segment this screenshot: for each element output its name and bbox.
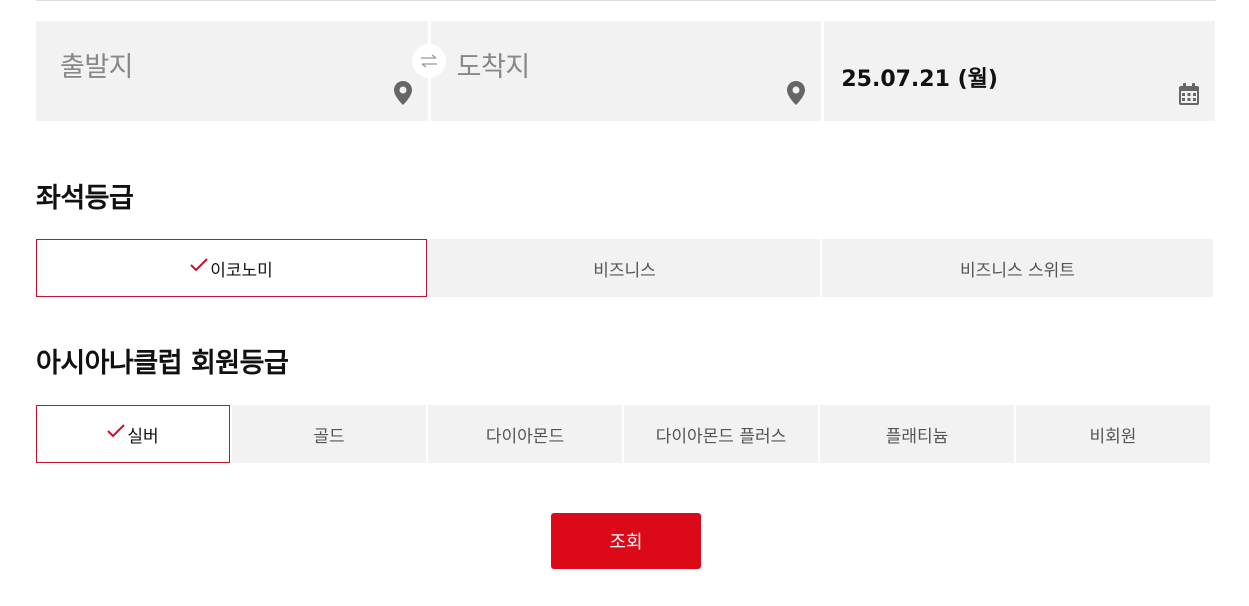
check-icon — [190, 258, 208, 272]
map-pin-icon — [393, 81, 412, 105]
member-option-silver[interactable]: 실버 — [36, 405, 230, 463]
member-option-label: 플래티늄 — [885, 426, 949, 447]
member-option-non-member[interactable]: 비회원 — [1016, 405, 1210, 463]
member-option-label: 비회원 — [1089, 426, 1137, 447]
check-icon — [107, 424, 126, 438]
seat-option-label: 비즈니스 스위트 — [960, 260, 1075, 281]
member-option-label: 다이아몬드 — [485, 426, 565, 447]
calendar-icon — [1179, 83, 1200, 105]
member-option-diamond[interactable]: 다이아몬드 — [428, 405, 622, 463]
departure-date-value: 25.07.21 (월) — [841, 67, 998, 92]
swap-route-button[interactable] — [412, 44, 446, 78]
member-option-label: 골드 — [313, 426, 345, 447]
departure-placeholder: 출발지 — [60, 52, 134, 83]
route-search-bar: 출발지 도착지 25.07.21 (월) — [36, 21, 1216, 121]
top-divider — [36, 0, 1216, 1]
member-option-gold[interactable]: 골드 — [232, 405, 426, 463]
seat-option-business[interactable]: 비즈니스 — [429, 239, 820, 297]
seat-class-title: 좌석등급 — [36, 183, 134, 214]
member-option-label: 다이아몬드 플러스 — [655, 426, 787, 447]
departure-date-field[interactable]: 25.07.21 (월) — [824, 21, 1216, 121]
seat-option-business-suite[interactable]: 비즈니스 스위트 — [822, 239, 1213, 297]
membership-title: 아시아나클럽 회원등급 — [36, 348, 289, 379]
seat-class-options: 이코노미 비즈니스 비즈니스 스위트 — [36, 239, 1213, 297]
membership-options: 실버 골드 다이아몬드 다이아몬드 플러스 플래티늄 비회원 — [36, 405, 1211, 463]
arrival-field[interactable]: 도착지 — [430, 21, 822, 121]
seat-option-economy[interactable]: 이코노미 — [36, 239, 427, 297]
search-button[interactable]: 조회 — [551, 513, 701, 569]
seat-option-label: 이코노미 — [210, 260, 273, 281]
member-option-label: 실버 — [127, 426, 159, 447]
swap-arrows-icon — [421, 54, 437, 68]
member-option-diamond-plus[interactable]: 다이아몬드 플러스 — [624, 405, 818, 463]
seat-option-label: 비즈니스 — [593, 260, 656, 281]
member-option-platinum[interactable]: 플래티늄 — [820, 405, 1014, 463]
departure-field[interactable]: 출발지 — [36, 21, 428, 121]
arrival-placeholder: 도착지 — [456, 52, 531, 83]
map-pin-icon — [787, 81, 806, 105]
